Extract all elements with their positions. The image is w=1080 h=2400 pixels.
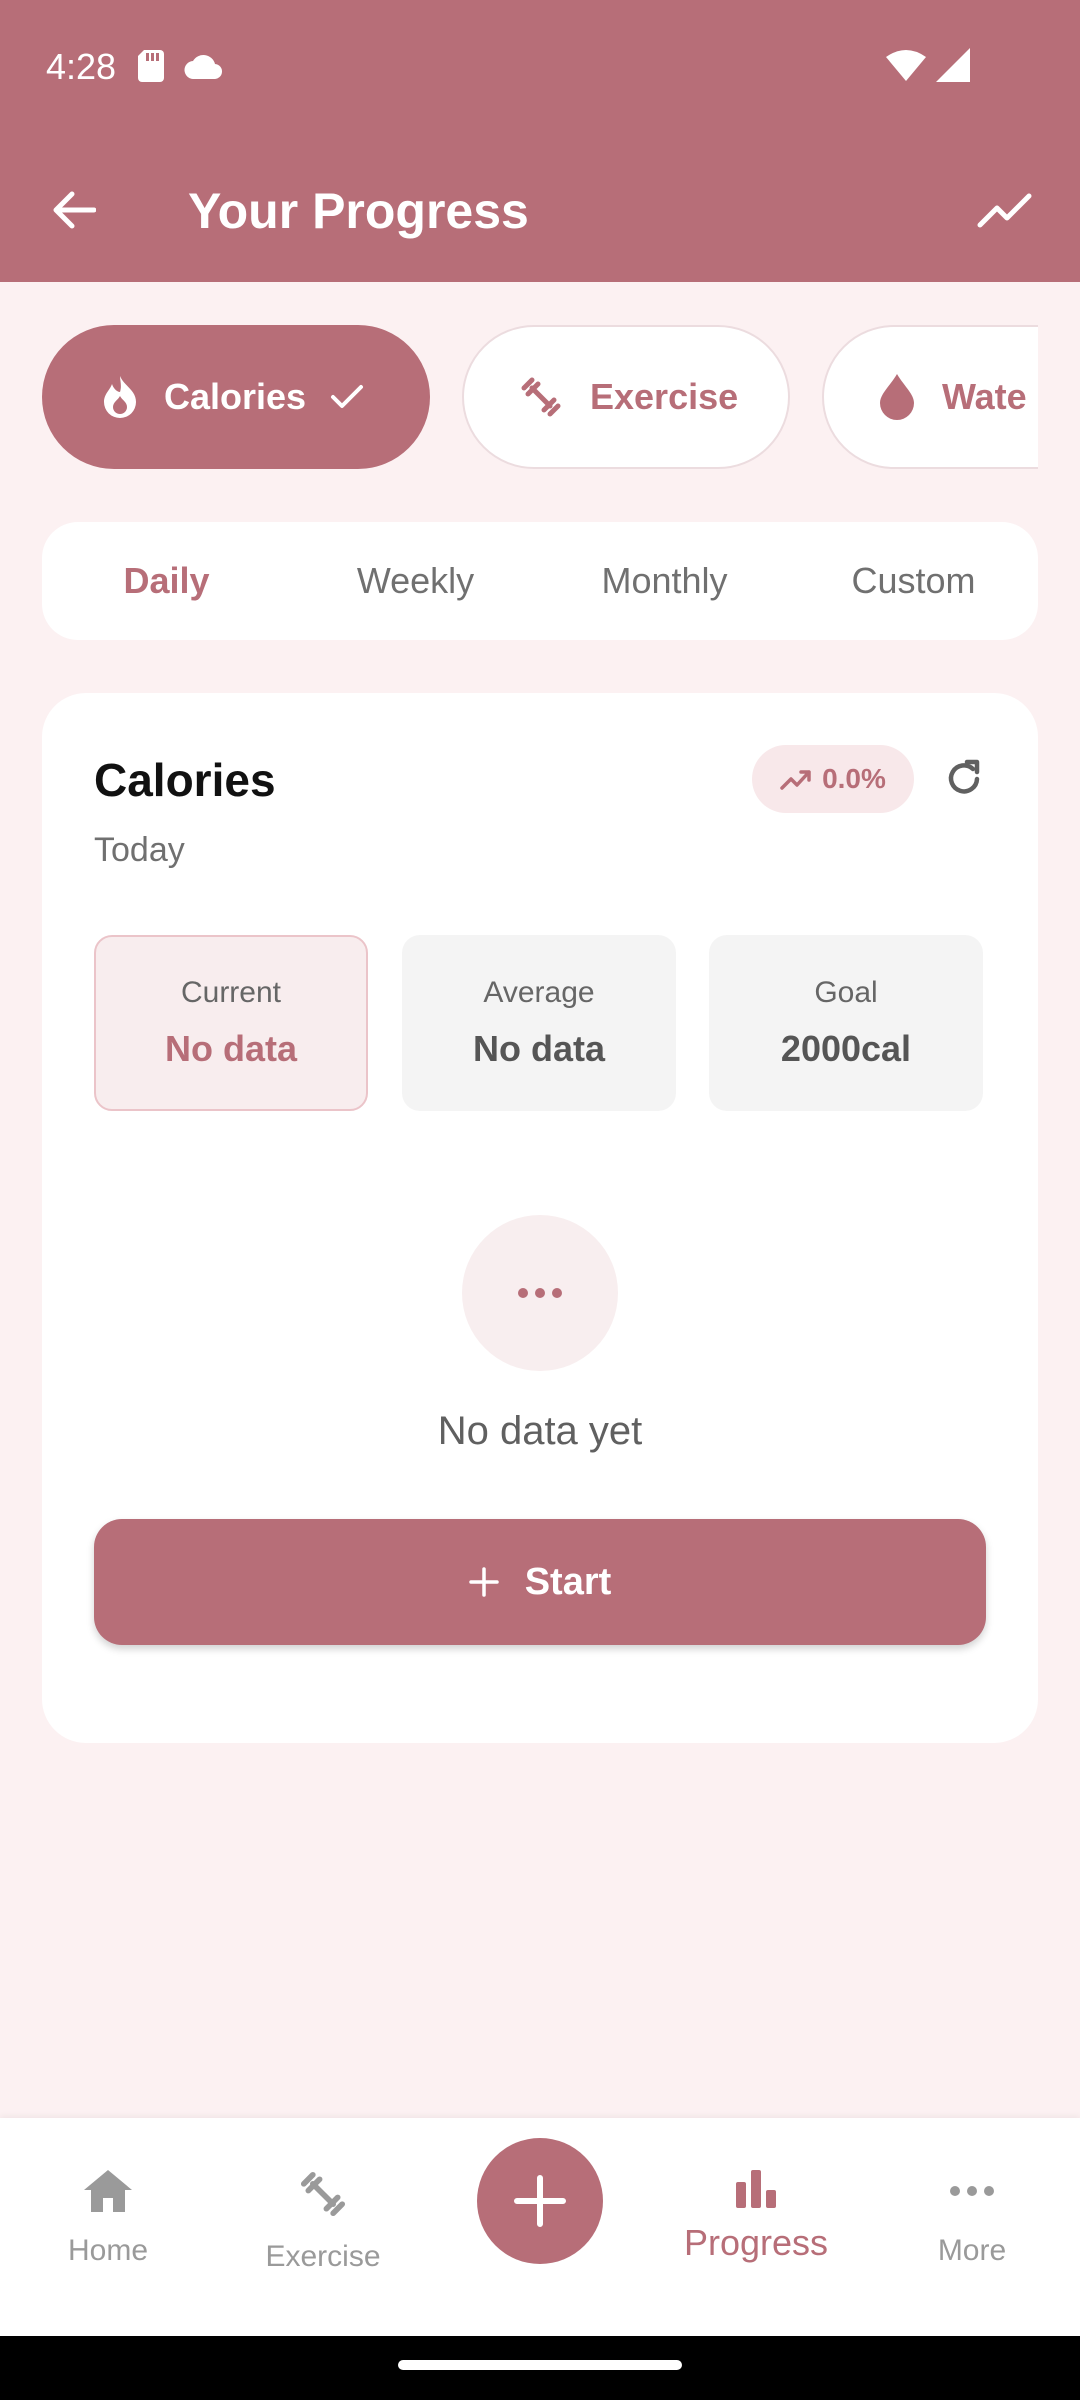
status-time: 4:28 <box>46 46 117 87</box>
status-notification-icons <box>138 50 224 82</box>
stat-current: Current No data <box>94 935 368 1111</box>
water-drop-icon <box>880 374 914 420</box>
back-button[interactable] <box>44 180 104 240</box>
nav-more[interactable]: More <box>882 2168 1062 2268</box>
progress-card: Calories Today 0.0% Current No data Aver… <box>42 693 1038 1743</box>
refresh-button[interactable] <box>934 749 994 809</box>
nav-progress-label: Progress <box>683 2222 829 2263</box>
arrow-back-icon <box>53 191 96 229</box>
category-chips: Calories Exercise Wate <box>42 325 1038 469</box>
flame-icon <box>104 376 136 418</box>
nav-more-label: More <box>937 2234 1007 2267</box>
tab-monthly[interactable]: Monthly <box>540 522 789 640</box>
system-gesture-bar <box>0 2336 1080 2400</box>
stat-average: Average No data <box>402 935 676 1111</box>
stat-current-value: No data <box>164 1028 297 1069</box>
tab-custom[interactable]: Custom <box>789 522 1038 640</box>
plus-icon <box>514 2175 566 2227</box>
bottom-navigation: Home Exercise Progress More <box>0 2118 1080 2336</box>
more-horiz-icon <box>518 1288 562 1298</box>
start-button-label: Start <box>524 1560 612 1603</box>
refresh-icon <box>948 759 980 794</box>
stat-average-value: No data <box>472 1028 605 1069</box>
trend-value: 0.0% <box>822 763 886 794</box>
chip-water-label: Wate <box>942 376 1027 417</box>
chip-exercise[interactable]: Exercise <box>462 325 790 469</box>
period-tabs: Daily Weekly Monthly Custom <box>42 522 1038 640</box>
bar-chart-icon <box>736 2170 776 2208</box>
signal-icon <box>936 48 970 82</box>
app-bar: 4:28 Your Progress <box>0 0 1080 282</box>
nav-exercise[interactable]: Exercise <box>233 2168 413 2274</box>
nav-exercise-label: Exercise <box>265 2240 381 2273</box>
chip-exercise-label: Exercise <box>590 376 739 417</box>
stat-average-label: Average <box>483 976 595 1009</box>
start-button[interactable]: Start <box>94 1519 986 1645</box>
empty-state-text: No data yet <box>437 1409 643 1453</box>
gesture-handle[interactable] <box>398 2360 682 2370</box>
tab-daily[interactable]: Daily <box>42 522 291 640</box>
trending-up-icon <box>780 770 811 790</box>
trends-button[interactable] <box>970 180 1040 240</box>
nav-home-label: Home <box>67 2234 149 2267</box>
check-icon <box>331 385 364 408</box>
page-title: Your Progress <box>188 183 529 239</box>
trending-up-icon <box>977 193 1032 228</box>
chip-calories-label: Calories <box>164 376 307 417</box>
dumbbell-icon <box>300 2171 346 2217</box>
add-fab-button[interactable] <box>477 2138 603 2264</box>
stat-current-label: Current <box>180 976 282 1009</box>
sd-card-icon <box>138 50 164 82</box>
empty-state-illustration <box>462 1215 618 1371</box>
cloud-icon <box>184 55 222 79</box>
chip-calories[interactable]: Calories <box>42 325 430 469</box>
tab-weekly[interactable]: Weekly <box>291 522 540 640</box>
dumbbell-icon <box>521 377 561 417</box>
stat-goal-label: Goal <box>814 976 878 1009</box>
plus-icon <box>468 1567 499 1597</box>
stat-goal-value: 2000cal <box>780 1028 912 1069</box>
status-system-icons <box>886 48 970 82</box>
nav-home[interactable]: Home <box>18 2168 198 2268</box>
wifi-icon <box>886 50 926 81</box>
card-subtitle: Today <box>94 831 185 869</box>
home-icon <box>84 2170 132 2212</box>
card-title: Calories <box>94 754 276 806</box>
nav-progress[interactable]: Progress <box>666 2168 846 2264</box>
stat-goal: Goal 2000cal <box>709 935 983 1111</box>
more-horiz-icon <box>950 2186 994 2196</box>
chip-water[interactable]: Wate <box>822 325 1038 469</box>
trend-badge: 0.0% <box>752 745 914 813</box>
